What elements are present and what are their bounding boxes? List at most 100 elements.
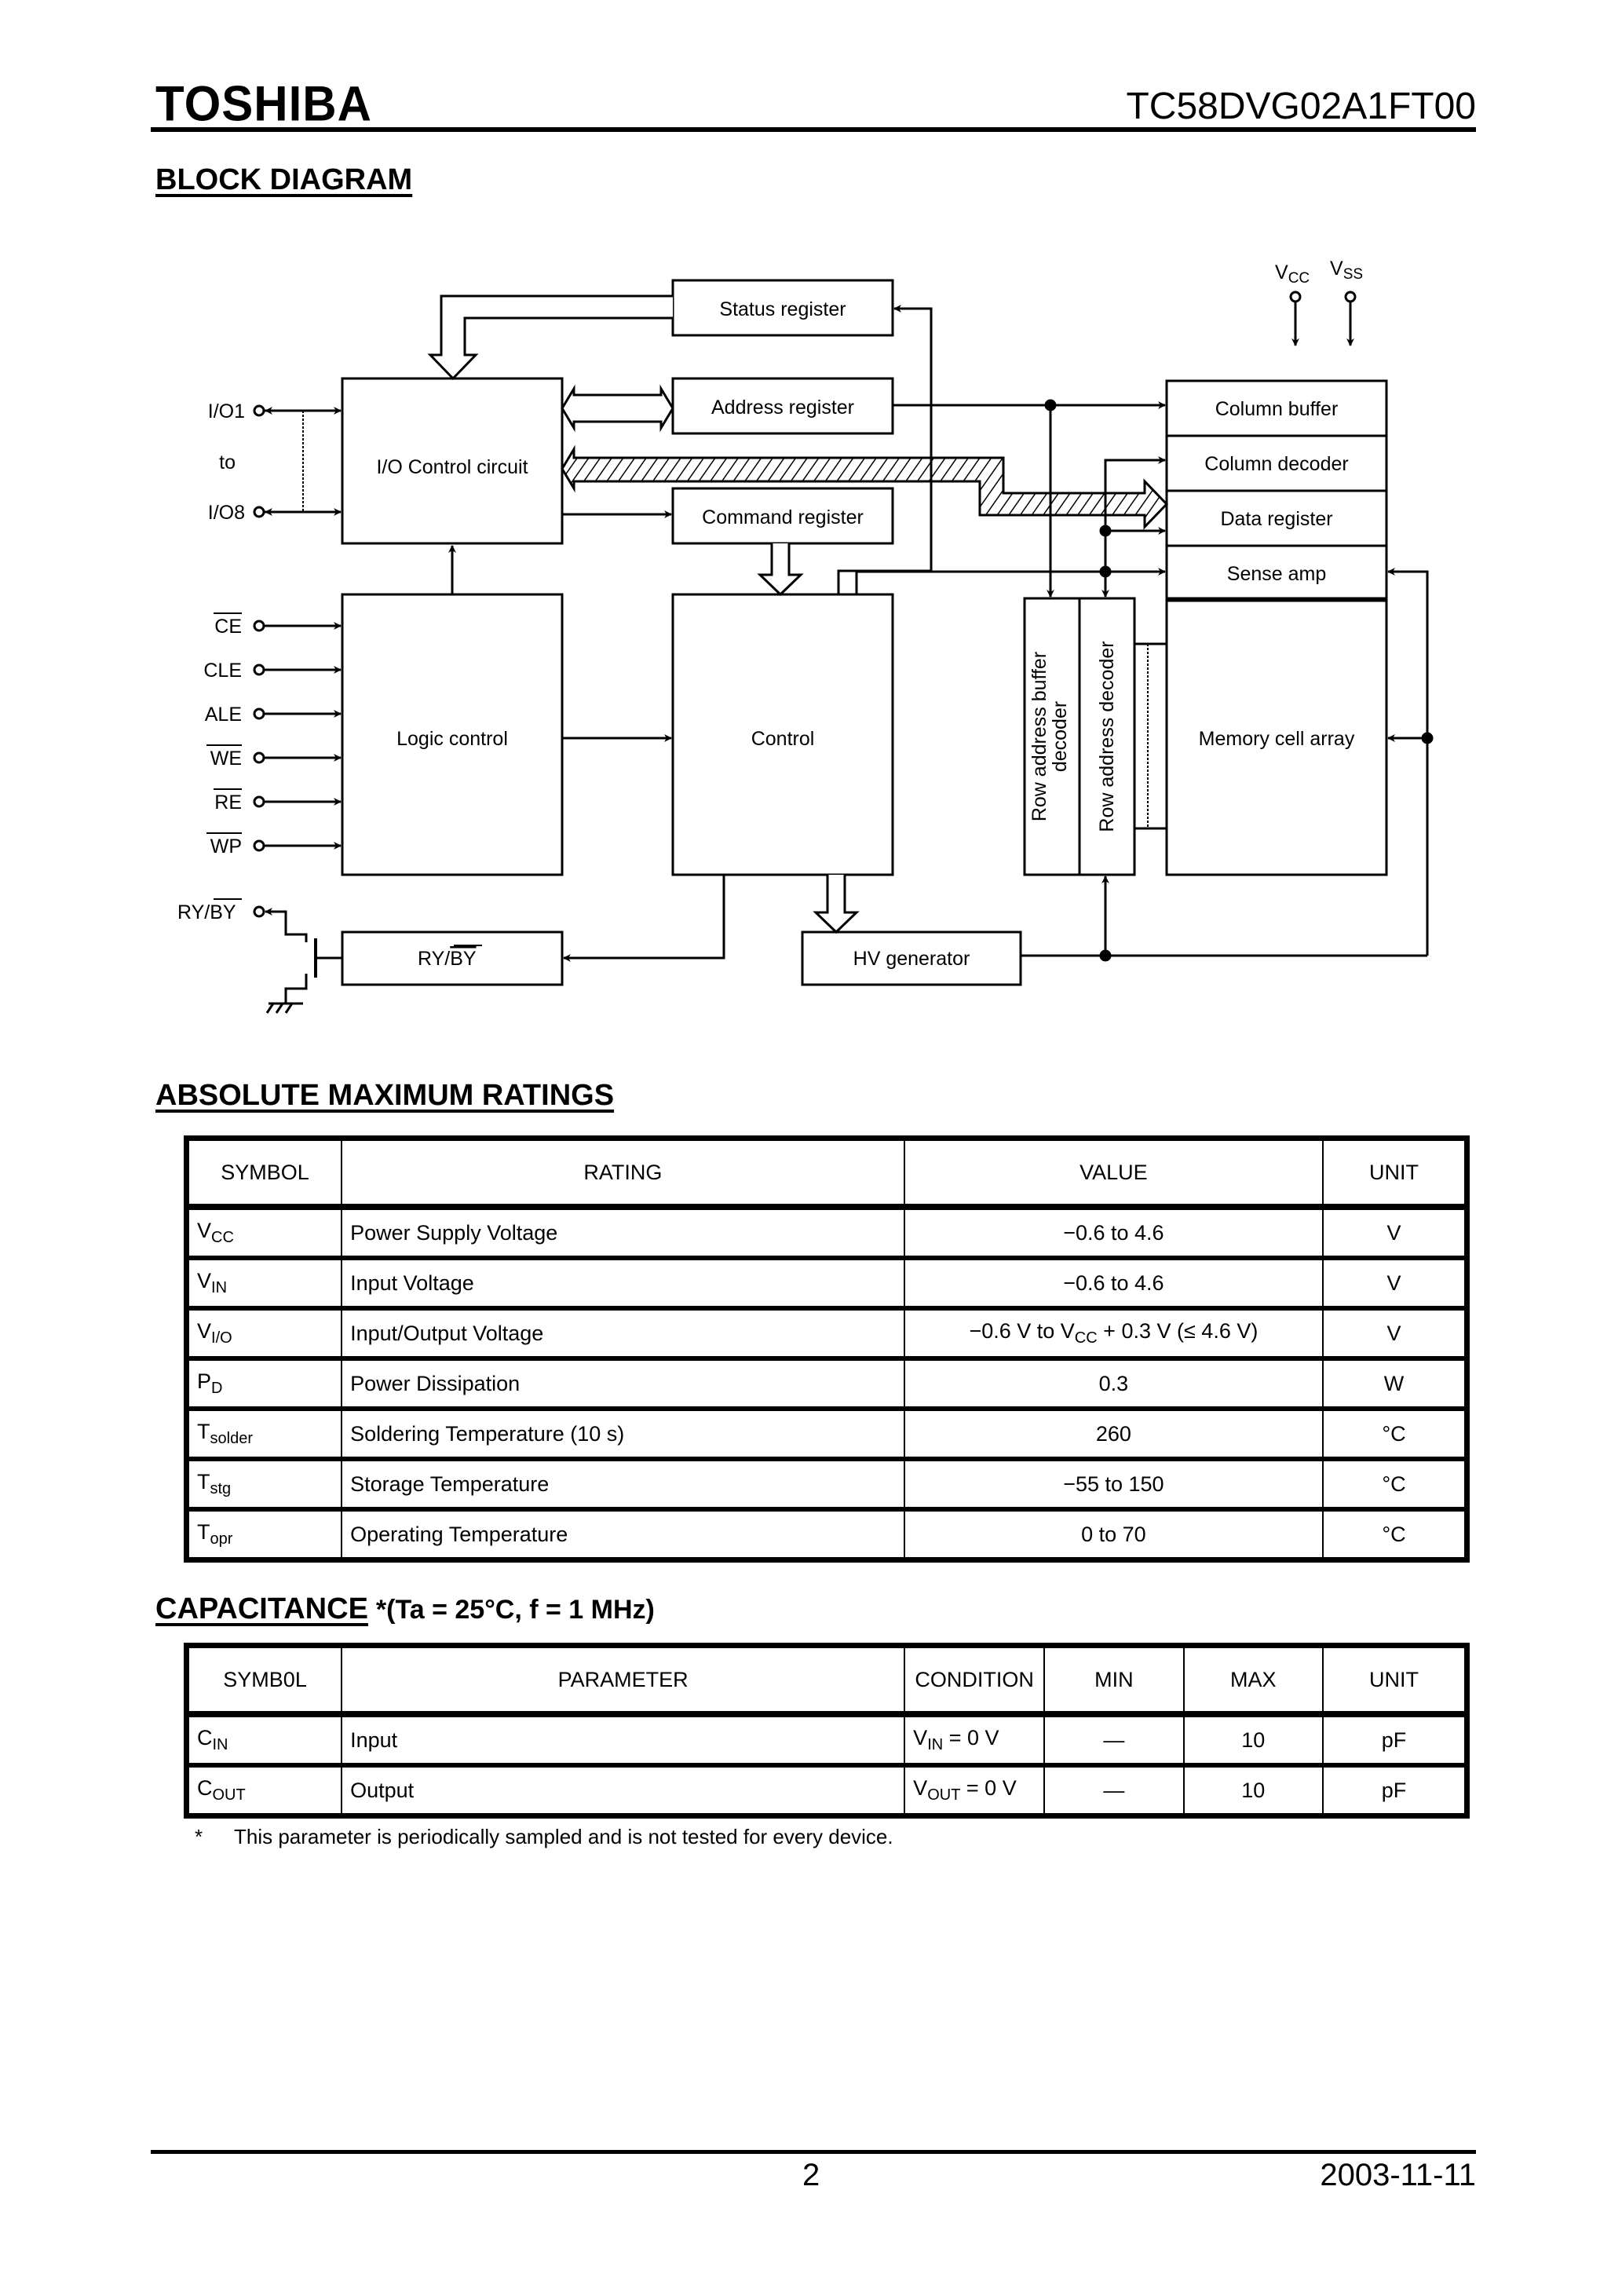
pin-wp: WP — [210, 835, 242, 857]
table-row: Tsolder Soldering Temperature (10 s) 260… — [185, 1408, 1468, 1460]
min-cell: — — [1043, 1764, 1185, 1817]
max-cell: 10 — [1182, 1713, 1324, 1766]
footer-rule — [151, 2150, 1476, 2154]
capacitance-title: CAPACITANCE — [155, 1592, 368, 1625]
symbol-cell: CIN — [185, 1713, 343, 1766]
pin-re: RE — [214, 792, 242, 813]
footnote-text: This parameter is periodically sampled a… — [234, 1825, 893, 1848]
header-min: MIN — [1043, 1644, 1185, 1715]
unit-cell: °C — [1322, 1508, 1468, 1561]
absolute-maximum-ratings-title: ABSOLUTE MAXIMUM RATINGS — [155, 1079, 615, 1112]
logic-control-label: Logic control — [396, 728, 508, 750]
unit-cell: °C — [1322, 1408, 1468, 1460]
condition-cell: VIN = 0 V — [904, 1713, 1046, 1766]
symbol-cell: VIN — [185, 1257, 343, 1309]
memory-cell-array-label: Memory cell array — [1199, 728, 1355, 750]
rating-cell: Power Dissipation — [341, 1358, 905, 1409]
min-cell: — — [1043, 1713, 1185, 1766]
value-cell: 0.3 — [903, 1358, 1324, 1409]
pin-io8: I/O8 — [208, 502, 245, 524]
header-value: VALUE — [903, 1137, 1324, 1208]
value-cell: −0.6 V to VCC + 0.3 V (≤ 4.6 V) — [903, 1307, 1324, 1359]
unit-cell: V — [1322, 1206, 1468, 1259]
ry-by-block-label: RY/BY — [418, 948, 477, 970]
capacitance-condition: *(Ta = 25°C, f = 1 MHz) — [375, 1595, 655, 1625]
symbol-cell: VCC — [185, 1206, 343, 1259]
rating-cell: Power Supply Voltage — [341, 1206, 905, 1259]
header-condition: CONDITION — [904, 1644, 1046, 1715]
header-unit: UNIT — [1322, 1644, 1468, 1715]
symbol-cell: VI/O — [185, 1307, 343, 1359]
command-register-label: Command register — [702, 506, 864, 528]
status-register-label: Status register — [719, 298, 846, 320]
table-row: CIN Input VIN = 0 V — 10 pF — [185, 1713, 1468, 1766]
pin-ce: CE — [214, 616, 242, 638]
row-address-buffer-label-2: decoder — [1049, 701, 1071, 772]
header-max: MAX — [1182, 1644, 1324, 1715]
page-number: 2 — [802, 2158, 820, 2192]
unit-cell: °C — [1322, 1458, 1468, 1510]
table-row: VIN Input Voltage −0.6 to 4.6 V — [185, 1257, 1468, 1309]
pin-vcc: VCC — [1275, 261, 1310, 287]
pin-io1: I/O1 — [208, 400, 245, 422]
symbol-cell: Tstg — [185, 1458, 343, 1510]
pin-ry-by: RY/BY — [177, 901, 236, 923]
value-cell: −0.6 to 4.6 — [903, 1257, 1324, 1309]
value-cell: 0 to 70 — [903, 1508, 1324, 1561]
header-symbol: SYMB0L — [185, 1644, 343, 1715]
rating-cell: Storage Temperature — [341, 1458, 905, 1510]
pin-vss: VSS — [1330, 258, 1363, 283]
table-row: VI/O Input/Output Voltage −0.6 V to VCC … — [185, 1307, 1468, 1359]
column-decoder-label: Column decoder — [1204, 453, 1348, 475]
absolute-maximum-ratings-table: SYMBOL RATING VALUE UNIT VCC Power Suppl… — [184, 1135, 1470, 1563]
unit-cell: pF — [1322, 1713, 1468, 1766]
pin-ale: ALE — [205, 704, 242, 726]
max-cell: 10 — [1182, 1764, 1324, 1817]
value-cell: −0.6 to 4.6 — [903, 1206, 1324, 1259]
table-row: Topr Operating Temperature 0 to 70 °C — [185, 1508, 1468, 1561]
sense-amp-label: Sense amp — [1227, 563, 1326, 585]
unit-cell: V — [1322, 1257, 1468, 1309]
io-control-label: I/O Control circuit — [376, 456, 528, 478]
row-address-buffer-label-1: Row address buffer — [1028, 652, 1050, 821]
rating-cell: Soldering Temperature (10 s) — [341, 1408, 905, 1460]
pin-we: WE — [210, 748, 242, 770]
rating-cell: Input Voltage — [341, 1257, 905, 1309]
unit-cell: pF — [1322, 1764, 1468, 1817]
symbol-cell: Tsolder — [185, 1408, 343, 1460]
symbol-cell: Topr — [185, 1508, 343, 1561]
pin-cle: CLE — [203, 660, 242, 682]
parameter-cell: Input — [341, 1713, 906, 1766]
pin-to: to — [219, 452, 236, 473]
document-date: 2003-11-11 — [1320, 2158, 1476, 2192]
table-header-row: SYMBOL RATING VALUE UNIT — [185, 1137, 1468, 1208]
condition-cell: VOUT = 0 V — [904, 1764, 1046, 1817]
table-row: Tstg Storage Temperature −55 to 150 °C — [185, 1458, 1468, 1510]
table-header-row: SYMB0L PARAMETER CONDITION MIN MAX UNIT — [185, 1644, 1468, 1715]
footnote-mark: * — [195, 1825, 203, 1848]
control-pin-lines — [253, 620, 342, 852]
symbol-cell: COUT — [185, 1764, 343, 1817]
header-parameter: PARAMETER — [341, 1644, 906, 1715]
value-cell: 260 — [903, 1408, 1324, 1460]
control-label: Control — [751, 728, 815, 750]
table-row: PD Power Dissipation 0.3 W — [185, 1358, 1468, 1409]
table-row: COUT Output VOUT = 0 V — 10 pF — [185, 1764, 1468, 1817]
capacitance-footnote: * This parameter is periodically sampled … — [195, 1825, 893, 1849]
hv-generator-label: HV generator — [853, 948, 970, 970]
header-symbol: SYMBOL — [185, 1137, 343, 1208]
column-buffer-label: Column buffer — [1215, 398, 1339, 420]
capacitance-table: SYMB0L PARAMETER CONDITION MIN MAX UNIT … — [184, 1643, 1470, 1819]
table-row: VCC Power Supply Voltage −0.6 to 4.6 V — [185, 1206, 1468, 1259]
unit-cell: W — [1322, 1358, 1468, 1409]
header-unit: UNIT — [1322, 1137, 1468, 1208]
row-address-decoder-label: Row address decoder — [1096, 641, 1118, 832]
unit-cell: V — [1322, 1307, 1468, 1359]
capacitance-heading: CAPACITANCE *(Ta = 25°C, f = 1 MHz) — [155, 1592, 655, 1626]
data-register-label: Data register — [1220, 508, 1332, 530]
rating-cell: Operating Temperature — [341, 1508, 905, 1561]
header-rating: RATING — [341, 1137, 905, 1208]
address-register-label: Address register — [711, 397, 854, 419]
block-diagram: Status register Address register Command… — [177, 258, 1434, 1014]
rating-cell: Input/Output Voltage — [341, 1307, 905, 1359]
